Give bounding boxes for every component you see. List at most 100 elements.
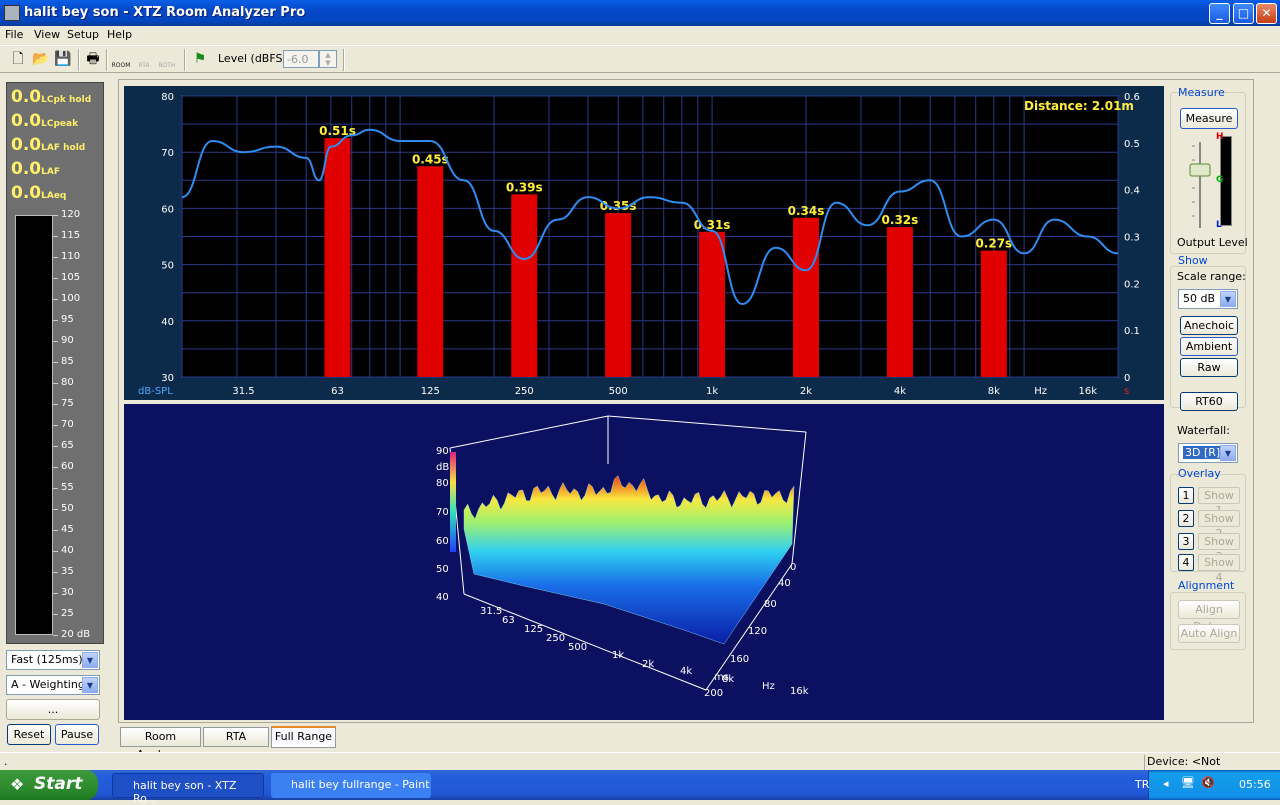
waterfall-ms-label: ms [714, 672, 729, 683]
meter-g-label: G [1216, 175, 1224, 185]
new-file-icon[interactable]: 🗋 [8, 49, 28, 71]
show-1-button: Show 1 [1198, 487, 1240, 517]
task-xtz[interactable]: halit bey son - XTZ Ro... [112, 773, 264, 805]
bar-value-label: 0.27s [975, 237, 1012, 251]
waterfall-x-tick: 500 [568, 642, 587, 653]
output-level-label: Output Level [1177, 236, 1248, 249]
y-tick-label: 50 [161, 261, 174, 272]
start-button[interactable]: ❖ Start [0, 770, 98, 800]
menu-help[interactable]: Help [107, 28, 132, 41]
rt60-bar [699, 231, 726, 377]
menu-file[interactable]: File [5, 28, 23, 41]
measure-button[interactable]: Measure [1180, 108, 1238, 129]
scale-range-select[interactable]: 50 dB ▼ [1178, 289, 1238, 309]
rt60-button[interactable]: RT60 [1180, 392, 1238, 411]
y-tick-label: 70 [161, 148, 174, 159]
speed-select[interactable]: Fast (125ms) ▼ [6, 650, 100, 670]
y2-tick-label: 0.1 [1124, 326, 1140, 337]
clock: 05:56 [1239, 778, 1271, 791]
save-icon[interactable]: 💾 [53, 49, 73, 71]
weighting-select[interactable]: A - Weighting ▼ [6, 675, 100, 695]
network-icon[interactable]: 🖥 [1181, 776, 1195, 789]
level-input[interactable]: -6.0 [283, 50, 319, 68]
waterfall-x-tick: 250 [546, 633, 565, 644]
meter-tick: 100 [52, 293, 81, 304]
x-tick-label: Hz [1034, 386, 1047, 397]
meter-tick: 55 [53, 482, 74, 493]
rt60-bar [417, 166, 444, 377]
tray-arrow-icon[interactable]: ◂ [1163, 777, 1169, 790]
overlay-4-button[interactable]: 4 [1178, 554, 1194, 571]
readout-laf-hold: 0.0LAF hold [11, 135, 86, 155]
more-button[interactable]: ... [6, 699, 100, 720]
waterfall-x-tick: 125 [524, 624, 543, 635]
open-folder-icon[interactable]: 📂 [31, 49, 51, 71]
chevron-down-icon: ▼ [82, 677, 98, 693]
rt60-bar [980, 250, 1007, 377]
waterfall-ms-tick: 0 [790, 562, 796, 573]
chevron-down-icon: ▼ [82, 652, 98, 668]
x-tick-label: 250 [515, 386, 534, 397]
response-chart-svg: 8070605040300.60.50.40.30.20.1031.5 63 125… [138, 92, 1140, 397]
waterfall-label: Waterfall: [1177, 424, 1230, 437]
level-spinner[interactable]: ▲ ▼ [319, 50, 337, 68]
meter-tick: 20 dB [52, 629, 91, 640]
overlay-group-label: Overlay [1178, 467, 1221, 480]
pause-button[interactable]: Pause [55, 724, 99, 745]
task-paint[interactable]: halit bey fullrange - Paint [271, 773, 431, 798]
meter-tick: 105 [52, 272, 81, 283]
waterfall-x-tick: 16k [790, 686, 809, 697]
volume-icon[interactable]: 🔇 [1201, 776, 1215, 789]
raw-button[interactable]: Raw [1180, 358, 1238, 377]
print-icon[interactable]: 🖶 [83, 49, 103, 71]
menu-setup[interactable]: Setup [67, 28, 99, 41]
room-button[interactable]: ROOM [110, 49, 132, 71]
waterfall-ms-tick: 200 [704, 688, 723, 699]
waterfall-ms-tick: 40 [778, 578, 791, 589]
y-tick-label: 30 [161, 373, 174, 384]
spl-meter-bar [15, 215, 53, 635]
waterfall-x-tick: Hz [762, 681, 775, 692]
readout-lcpk-hold: 0.0LCpk hold [11, 87, 92, 107]
show-3-button: Show 3 [1198, 533, 1240, 563]
output-level-slider[interactable] [1186, 140, 1214, 230]
x-tick-label: 16k [1079, 386, 1098, 397]
show-4-button: Show 4 [1198, 554, 1240, 584]
ambient-button[interactable]: Ambient [1180, 337, 1238, 356]
rt60-bar [793, 217, 819, 377]
close-button[interactable]: ✕ [1256, 3, 1277, 24]
meter-tick: 50 [53, 503, 74, 514]
rt60-bar [886, 227, 913, 377]
maximize-button[interactable]: □ [1233, 3, 1254, 24]
bar-value-label: 0.35s [600, 199, 637, 213]
language-indicator[interactable]: TR [1135, 778, 1149, 791]
frequency-response-chart: 80 70 60 50 40 30 0.6 0.5 0.4 0.3 0.2 0.1 0 31.5 63 125… [124, 86, 1164, 400]
waterfall-mode-select[interactable]: 3D [R] ▼ [1178, 443, 1238, 463]
waterfall-x-tick: 1k [612, 650, 624, 661]
toolbar: 🗋 📂 💾 🖶 ROOM RTA BOTH ⚑ Level (dBFS) -6.… [0, 45, 1280, 73]
minimize-button[interactable]: _ [1209, 3, 1230, 24]
app-icon [4, 5, 20, 21]
waterfall-ms-tick: 80 [764, 599, 777, 610]
anechoic-button[interactable]: Anechoic [1180, 316, 1238, 335]
tab-full-range[interactable]: Full Range [271, 726, 336, 748]
menu-view[interactable]: View [34, 28, 60, 41]
tab-room-analyzer[interactable]: Room Analyzer [120, 727, 201, 761]
reset-button[interactable]: Reset [7, 724, 51, 745]
meter-tick: 80 [53, 377, 74, 388]
meter-tick: 40 [53, 545, 74, 556]
overlay-2-button[interactable]: 2 [1178, 510, 1194, 527]
waterfall-plot: 90 dB 80 70 60 50 40 31.5 63 125 250 500 1k 2k 4k 8k Hz 1… [124, 404, 1164, 720]
status-text: . [4, 755, 8, 768]
waterfall-z-tick: 50 [436, 564, 449, 575]
level-flag-icon[interactable]: ⚑ [190, 49, 210, 71]
measure-group-label: Measure [1178, 86, 1225, 99]
level-label: Level (dBFS) [218, 52, 287, 65]
overlay-3-button[interactable]: 3 [1178, 533, 1194, 550]
meter-l-label: L [1216, 220, 1222, 230]
overlay-1-button[interactable]: 1 [1178, 487, 1194, 504]
tab-rta[interactable]: RTA [203, 727, 269, 747]
waterfall-x-tick: 4k [680, 666, 692, 677]
waterfall-z-tick: 60 [436, 536, 449, 547]
rt60-bar [605, 213, 632, 377]
